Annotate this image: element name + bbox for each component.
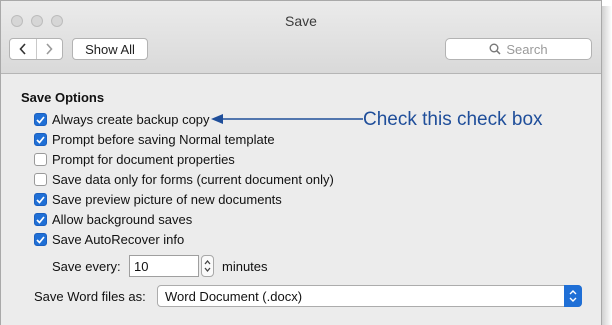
option-save-data-only-for-forms[interactable]: Save data only for forms (current docume… [34, 171, 334, 188]
save-format-select[interactable]: Word Document (.docx) [157, 285, 582, 307]
forward-button[interactable] [35, 39, 63, 59]
checkbox-checked[interactable] [34, 193, 47, 206]
title-bar: Save Show All Search [1, 1, 601, 74]
window-title: Save [285, 13, 317, 29]
search-placeholder: Search [506, 41, 548, 57]
checkmark-icon [36, 235, 45, 244]
minutes-stepper[interactable] [201, 255, 214, 277]
select-arrows-icon [564, 285, 582, 307]
option-label: Prompt for document properties [52, 152, 235, 167]
save-format-label: Save Word files as: [34, 289, 146, 304]
option-prompt-for-document-properties[interactable]: Prompt for document properties [34, 151, 235, 168]
option-prompt-before-saving-normal-template[interactable]: Prompt before saving Normal template [34, 131, 275, 148]
checkmark-icon [36, 135, 45, 144]
checkmark-icon [36, 195, 45, 204]
checkbox-checked[interactable] [34, 233, 47, 246]
option-label: Prompt before saving Normal template [52, 132, 275, 147]
option-save-preview-picture[interactable]: Save preview picture of new documents [34, 191, 282, 208]
option-label: Allow background saves [52, 212, 193, 227]
chevron-left-icon [19, 43, 26, 55]
minutes-label: minutes [222, 259, 268, 274]
save-every-input[interactable]: 10 [129, 255, 199, 277]
checkbox-checked[interactable] [34, 213, 47, 226]
checkbox-unchecked[interactable] [34, 173, 47, 186]
option-allow-background-saves[interactable]: Allow background saves [34, 211, 192, 228]
option-save-autorecover-info[interactable]: Save AutoRecover info [34, 231, 184, 248]
save-every-label: Save every: [52, 259, 121, 274]
option-label: Save AutoRecover info [52, 232, 185, 247]
option-label: Save preview picture of new documents [52, 192, 282, 207]
window-shadow [602, 6, 612, 325]
save-format-value: Word Document (.docx) [165, 289, 303, 304]
checkbox-checked[interactable] [34, 133, 47, 146]
checkmark-icon [36, 115, 45, 124]
checkmark-icon [36, 215, 45, 224]
preferences-window: Save Show All Search Save Options Always… [0, 0, 602, 325]
show-all-button[interactable]: Show All [72, 38, 148, 60]
checkbox-unchecked[interactable] [34, 153, 47, 166]
option-label: Always create backup copy [52, 112, 210, 127]
option-always-create-backup-copy[interactable]: Always create backup copy [34, 111, 210, 128]
option-label: Save data only for forms (current docume… [52, 172, 334, 187]
checkbox-checked[interactable] [34, 113, 47, 126]
search-icon [489, 43, 501, 55]
stepper-arrows-icon [204, 259, 211, 273]
search-input[interactable]: Search [445, 38, 592, 60]
callout-arrow [211, 114, 363, 124]
callout-text: Check this check box [363, 109, 543, 130]
section-title: Save Options [21, 90, 105, 105]
navigation-buttons [9, 38, 63, 60]
back-button[interactable] [10, 39, 36, 59]
chevron-right-icon [46, 43, 53, 55]
